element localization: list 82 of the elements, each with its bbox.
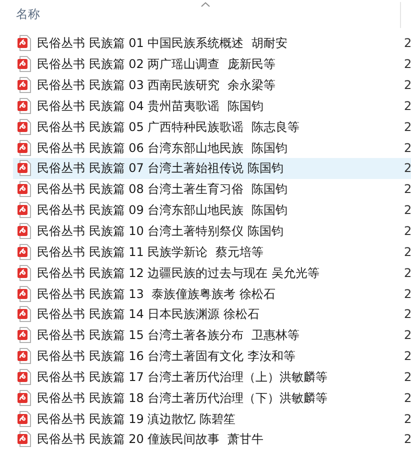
file-row[interactable]: 民俗丛书 民族篇 20 僮族民间故事 萧甘牛 2 xyxy=(13,429,411,450)
date-cell: 2 xyxy=(404,390,411,405)
pdf-file-icon xyxy=(17,348,31,364)
date-cell: 2 xyxy=(404,57,411,72)
file-name: 民俗丛书 民族篇 08 台湾土著生育习俗 陈国钧 xyxy=(37,182,288,196)
pdf-file-icon xyxy=(17,431,31,448)
file-name: 民俗丛书 民族篇 05 广西特种民族歌谣 陈志良等 xyxy=(37,120,300,134)
pdf-file-icon xyxy=(17,327,31,344)
pdf-file-icon xyxy=(17,244,31,260)
date-cell: 2 xyxy=(404,36,411,50)
file-row[interactable]: 民俗丛书 民族篇 02 两广瑶山调查 庞新民等 2 xyxy=(13,54,411,75)
date-cell: 2 xyxy=(404,98,411,113)
file-row[interactable]: 民俗丛书 民族篇 14 日本民族渊源 徐松石 2 xyxy=(13,304,411,325)
pdf-file-icon xyxy=(17,223,31,240)
file-row[interactable]: 民俗丛书 民族篇 04 贵州苗夷歌谣 陈国钧 2 xyxy=(13,96,411,116)
pdf-file-icon xyxy=(17,140,31,156)
file-row[interactable]: 民俗丛书 民族篇 12 边疆民族的过去与现在 吴允光等 2 xyxy=(13,262,411,284)
pdf-file-icon xyxy=(17,264,31,281)
file-row[interactable]: 民俗丛书 民族篇 06 台湾东部山地民族 陈国钧 2 xyxy=(13,137,411,158)
name-column-header[interactable]: 名称 xyxy=(16,6,40,23)
date-cell: 2 xyxy=(404,328,411,342)
file-row[interactable]: 民俗丛书 民族篇 07 台湾土著始祖传说 陈国钧 2 xyxy=(13,158,411,179)
pdf-file-icon xyxy=(17,77,31,94)
pdf-file-icon xyxy=(17,286,31,302)
file-name: 民俗丛书 民族篇 02 两广瑶山调查 庞新民等 xyxy=(37,57,276,72)
date-cell: 2 xyxy=(404,203,411,218)
pdf-file-icon xyxy=(17,368,31,385)
pdf-file-icon xyxy=(17,390,31,406)
date-cell: 2 xyxy=(404,182,411,196)
date-cell: 2 xyxy=(404,140,411,155)
date-cell: 2 xyxy=(404,432,411,446)
pdf-file-icon xyxy=(17,410,31,427)
date-cell: 2 xyxy=(404,286,411,301)
pdf-file-icon xyxy=(17,35,31,52)
file-row[interactable]: 民俗丛书 民族篇 09 台湾东部山地民族 陈国钧 2 xyxy=(13,200,411,221)
date-cell: 2 xyxy=(404,120,411,134)
file-name: 民俗丛书 民族篇 18 台湾土著历代治理（下）洪敏麟等 xyxy=(37,390,329,405)
pdf-file-icon xyxy=(17,181,31,198)
file-row[interactable]: 民俗丛书 民族篇 03 西南民族研究 余永梁等 2 xyxy=(13,74,411,96)
date-cell: 2 xyxy=(404,266,411,280)
file-name: 民俗丛书 民族篇 03 西南民族研究 余永梁等 xyxy=(37,78,276,92)
file-name: 民俗丛书 民族篇 20 僮族民间故事 萧甘牛 xyxy=(37,432,264,446)
file-row[interactable]: 民俗丛书 民族篇 11 民族学新论 蔡元培等 2 xyxy=(13,241,411,262)
date-cell: 2 xyxy=(404,412,411,426)
file-name: 民俗丛书 民族篇 11 民族学新论 蔡元培等 xyxy=(37,244,264,259)
file-row[interactable]: 民俗丛书 民族篇 15 台湾土著各族分布 卫惠林等 2 xyxy=(13,324,411,346)
date-cell: 2 xyxy=(404,244,411,259)
file-row[interactable]: 民俗丛书 民族篇 13 泰族僮族粤族考 徐松石 2 xyxy=(13,283,411,304)
file-name: 民俗丛书 民族篇 10 台湾土著特别祭仪 陈国钧 xyxy=(37,224,285,238)
file-row[interactable]: 民俗丛书 民族篇 01 中国民族系统概述 胡耐安 2 xyxy=(13,33,411,54)
date-cell: 2 xyxy=(404,307,411,322)
pdf-file-icon xyxy=(17,98,31,114)
file-row[interactable]: 民俗丛书 民族篇 19 滇边散忆 陈碧笙 2 xyxy=(13,408,411,430)
pdf-file-icon xyxy=(17,202,31,218)
pdf-file-icon xyxy=(17,118,31,135)
file-name: 民俗丛书 民族篇 12 边疆民族的过去与现在 吴允光等 xyxy=(37,266,321,280)
date-cell: 2 xyxy=(404,161,411,176)
pdf-file-icon xyxy=(17,306,31,322)
file-name: 民俗丛书 民族篇 17 台湾土著历代治理（上）洪敏麟等 xyxy=(37,370,329,384)
file-name: 民俗丛书 民族篇 16 台湾土著固有文化 李汝和等 xyxy=(37,349,297,364)
file-row[interactable]: 民俗丛书 民族篇 05 广西特种民族歌谣 陈志良等 2 xyxy=(13,116,411,138)
date-cell: 2 xyxy=(404,349,411,364)
date-cell: 2 xyxy=(404,370,411,384)
file-name: 民俗丛书 民族篇 15 台湾土著各族分布 卫惠林等 xyxy=(37,328,300,342)
pdf-file-icon xyxy=(17,160,31,176)
file-name: 民俗丛书 民族篇 13 泰族僮族粤族考 徐松石 xyxy=(37,286,276,301)
file-row[interactable]: 民俗丛书 民族篇 08 台湾土著生育习俗 陈国钧 2 xyxy=(13,178,411,200)
file-name: 民俗丛书 民族篇 19 滇边散忆 陈碧笙 xyxy=(37,412,237,426)
file-row[interactable]: 民俗丛书 民族篇 16 台湾土著固有文化 李汝和等 2 xyxy=(13,346,411,366)
date-cell: 2 xyxy=(404,78,411,92)
file-name: 民俗丛书 民族篇 01 中国民族系统概述 胡耐安 xyxy=(37,36,288,50)
file-row[interactable]: 民俗丛书 民族篇 18 台湾土著历代治理（下）洪敏麟等 2 xyxy=(13,387,411,408)
file-name: 民俗丛书 民族篇 04 贵州苗夷歌谣 陈国钧 xyxy=(37,98,264,113)
file-name: 民俗丛书 民族篇 06 台湾东部山地民族 陈国钧 xyxy=(37,140,288,155)
date-cell: 2 xyxy=(404,224,411,238)
file-row[interactable]: 民俗丛书 民族篇 17 台湾土著历代治理（上）洪敏麟等 2 xyxy=(13,366,411,388)
file-name: 民俗丛书 民族篇 07 台湾土著始祖传说 陈国钧 xyxy=(37,161,285,176)
file-row[interactable]: 民俗丛书 民族篇 10 台湾土著特别祭仪 陈国钧 2 xyxy=(13,220,411,242)
sort-caret-icon xyxy=(201,2,210,7)
file-name: 民俗丛书 民族篇 09 台湾东部山地民族 陈国钧 xyxy=(37,203,288,218)
file-name: 民俗丛书 民族篇 14 日本民族渊源 徐松石 xyxy=(37,307,261,322)
pdf-file-icon xyxy=(17,56,31,72)
